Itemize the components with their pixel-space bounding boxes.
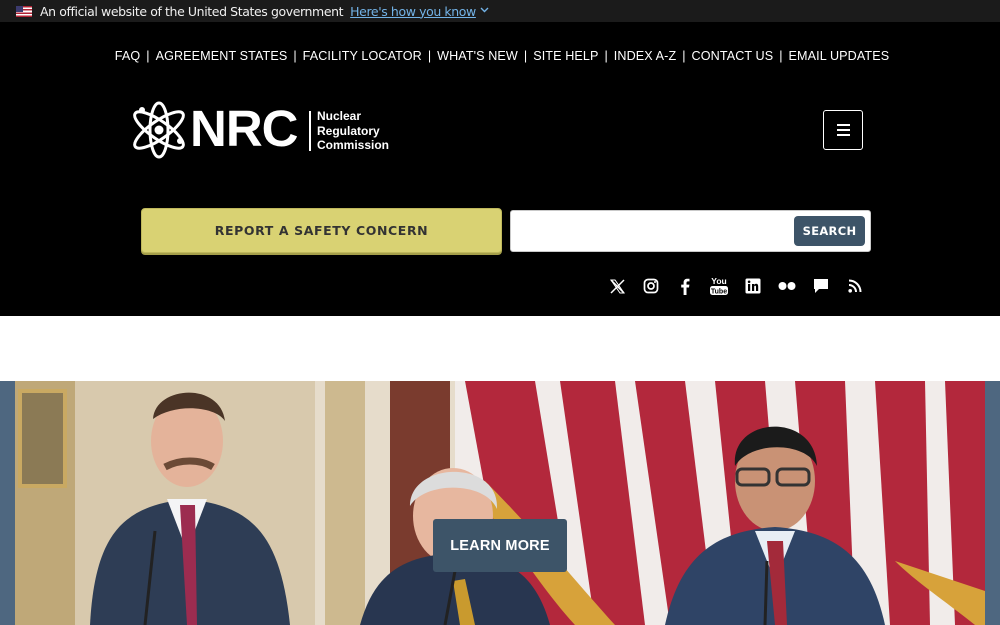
nav-separator: | <box>293 49 297 63</box>
gov-banner-text: An official website of the United States… <box>40 3 344 19</box>
nav-separator: | <box>779 49 783 63</box>
atom-icon <box>133 101 185 159</box>
hero-frame-right <box>985 381 1000 625</box>
nrc-logo[interactable]: NRC Nuclear Regulatory Commission <box>128 99 398 161</box>
hero-photo <box>15 381 985 625</box>
site-header: FAQ | AGREEMENT STATES | FACILITY LOCATO… <box>0 22 1000 316</box>
nav-link-contact-us[interactable]: CONTACT US <box>692 49 774 63</box>
logo-line-commission: Commission <box>317 138 390 152</box>
search-input[interactable] <box>515 215 787 247</box>
logo-nrc-text: NRC <box>190 100 298 157</box>
nav-link-site-help[interactable]: SITE HELP <box>533 49 598 63</box>
svg-text:You: You <box>711 276 726 286</box>
heres-how-you-know-link[interactable]: Here's how you know <box>350 4 476 19</box>
nav-link-index-a-z[interactable]: INDEX A-Z <box>614 49 676 63</box>
nav-separator: | <box>523 49 528 63</box>
nav-link-faq[interactable]: FAQ <box>115 49 141 63</box>
flickr-icon[interactable] <box>776 275 798 297</box>
hero-frame-left <box>0 381 15 625</box>
nav-link-whats-new[interactable]: WHAT'S NEW <box>437 49 518 63</box>
hamburger-menu-icon[interactable] <box>823 110 863 150</box>
logo-divider <box>309 111 311 151</box>
us-flag-icon <box>16 5 32 17</box>
x-icon[interactable] <box>606 275 628 297</box>
logo-agency-name: Nuclear Regulatory Commission <box>317 109 389 153</box>
svg-text:Tube: Tube <box>711 289 727 296</box>
youtube-icon[interactable]: You Tube <box>708 275 730 297</box>
logo-line-regulatory: Regulatory <box>317 123 380 138</box>
report-safety-concern-button[interactable]: REPORT A SAFETY CONCERN <box>141 208 502 253</box>
learn-more-button[interactable]: LEARN MORE <box>433 519 567 572</box>
social-links: You Tube <box>606 275 878 297</box>
nav-separator: | <box>604 49 608 63</box>
nav-link-email-updates[interactable]: EMAIL UPDATES <box>789 49 890 63</box>
utility-nav: FAQ | AGREEMENT STATES | FACILITY LOCATO… <box>0 49 1000 63</box>
rss-icon[interactable] <box>844 275 866 297</box>
instagram-icon[interactable] <box>640 275 662 297</box>
nav-link-facility-locator[interactable]: FACILITY LOCATOR <box>303 49 422 63</box>
gov-banner: An official website of the United States… <box>0 0 1000 22</box>
nav-separator: | <box>682 49 686 63</box>
chevron-down-icon[interactable] <box>480 5 489 16</box>
chat-icon[interactable] <box>810 275 832 297</box>
logo-line-nuclear: Nuclear <box>317 109 362 123</box>
hero-image <box>15 381 985 625</box>
linkedin-icon[interactable] <box>742 275 764 297</box>
search-button[interactable]: SEARCH <box>794 216 865 246</box>
nav-separator: | <box>146 49 150 63</box>
search-box: SEARCH <box>510 210 871 252</box>
facebook-icon[interactable] <box>674 275 696 297</box>
nav-link-agreement-states[interactable]: AGREEMENT STATES <box>156 49 288 63</box>
nav-separator: | <box>427 49 432 63</box>
